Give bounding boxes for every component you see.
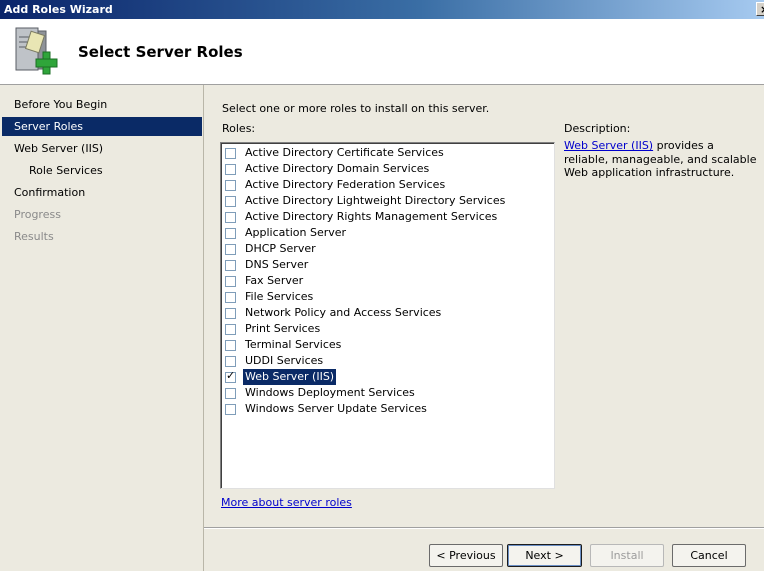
role-checkbox-checked[interactable]: ✓ — [225, 368, 236, 383]
role-checkbox[interactable] — [225, 147, 236, 159]
role-label: Windows Deployment Services — [245, 386, 415, 399]
role-checkbox[interactable] — [225, 323, 236, 335]
more-about-server-roles-link[interactable]: More about server roles — [221, 496, 352, 509]
role-item[interactable]: Windows Server Update Services — [225, 401, 429, 417]
step-role-services[interactable]: Role Services — [2, 161, 202, 180]
server-add-icon — [15, 27, 58, 75]
role-label: Network Policy and Access Services — [245, 306, 442, 319]
role-label: Web Server (IIS) — [241, 368, 338, 386]
role-label: Application Server — [245, 226, 347, 239]
role-item[interactable]: Network Policy and Access Services — [225, 305, 443, 321]
step-web-server-iis[interactable]: Web Server (IIS) — [2, 139, 202, 158]
role-label: Terminal Services — [245, 338, 342, 351]
role-checkbox[interactable] — [225, 195, 236, 207]
role-label: DNS Server — [245, 258, 309, 271]
step-results: Results — [14, 230, 54, 243]
role-item[interactable]: File Services — [225, 289, 315, 305]
role-item[interactable]: Active Directory Rights Management Servi… — [225, 209, 499, 225]
close-button[interactable]: × — [756, 2, 764, 16]
role-label: Active Directory Rights Management Servi… — [245, 210, 498, 223]
role-label: Active Directory Lightweight Directory S… — [245, 194, 506, 207]
role-item[interactable]: Windows Deployment Services — [225, 385, 417, 401]
install-button: Install — [590, 544, 664, 567]
role-label: Fax Server — [245, 274, 304, 287]
role-label: Active Directory Domain Services — [245, 162, 430, 175]
role-checkbox[interactable] — [225, 227, 236, 239]
role-item[interactable]: Active Directory Certificate Services — [225, 145, 446, 161]
role-item[interactable]: DNS Server — [225, 257, 310, 273]
role-checkbox[interactable] — [225, 355, 236, 367]
description-link[interactable]: Web Server (IIS) — [564, 139, 653, 152]
role-checkbox[interactable] — [225, 291, 236, 303]
role-item-web-server-iis[interactable]: ✓ Web Server (IIS) — [225, 368, 338, 386]
role-item[interactable]: Print Services — [225, 321, 322, 337]
wizard-header: Select Server Roles — [0, 19, 764, 85]
footer-divider — [204, 527, 764, 529]
role-checkbox[interactable] — [225, 275, 236, 287]
page-title: Select Server Roles — [78, 43, 243, 61]
role-checkbox[interactable] — [225, 387, 236, 399]
description-label: Description: — [564, 122, 631, 135]
step-server-roles[interactable]: Server Roles — [2, 117, 202, 136]
cancel-button[interactable]: Cancel — [672, 544, 746, 567]
roles-list[interactable]: Active Directory Certificate Services Ac… — [220, 142, 555, 489]
step-confirmation[interactable]: Confirmation — [2, 183, 202, 202]
role-label: Windows Server Update Services — [245, 402, 427, 415]
step-before-you-begin[interactable]: Before You Begin — [2, 95, 202, 114]
role-checkbox[interactable] — [225, 307, 236, 319]
instruction-text: Select one or more roles to install on t… — [222, 102, 490, 115]
role-checkbox[interactable] — [225, 403, 236, 415]
role-item[interactable]: Active Directory Domain Services — [225, 161, 431, 177]
role-checkbox[interactable] — [225, 243, 236, 255]
role-item[interactable]: DHCP Server — [225, 241, 318, 257]
roles-label: Roles: — [222, 122, 256, 135]
role-checkbox[interactable] — [225, 339, 236, 351]
wizard-steps-sidebar: Before You Begin Server Roles Web Server… — [0, 85, 204, 571]
next-button[interactable]: Next > — [507, 544, 582, 567]
role-item[interactable]: Terminal Services — [225, 337, 343, 353]
role-label: UDDI Services — [245, 354, 324, 367]
checkmark-icon: ✓ — [226, 368, 236, 382]
role-label: Active Directory Federation Services — [245, 178, 446, 191]
role-checkbox[interactable] — [225, 179, 236, 191]
previous-button[interactable]: < Previous — [429, 544, 503, 567]
role-item[interactable]: Fax Server — [225, 273, 305, 289]
role-item[interactable]: Active Directory Lightweight Directory S… — [225, 193, 507, 209]
role-label: Print Services — [245, 322, 321, 335]
role-label: DHCP Server — [245, 242, 316, 255]
role-checkbox[interactable] — [225, 259, 236, 271]
step-progress: Progress — [14, 208, 61, 221]
role-item[interactable]: Active Directory Federation Services — [225, 177, 447, 193]
role-item[interactable]: UDDI Services — [225, 353, 325, 369]
role-checkbox[interactable] — [225, 163, 236, 175]
role-item[interactable]: Application Server — [225, 225, 348, 241]
window-title: Add Roles Wizard — [4, 3, 113, 16]
role-label: File Services — [245, 290, 314, 303]
title-bar: Add Roles Wizard × — [0, 0, 764, 19]
description-text: Web Server (IIS) provides a reliable, ma… — [564, 139, 760, 180]
role-checkbox[interactable] — [225, 211, 236, 223]
role-label: Active Directory Certificate Services — [245, 146, 444, 159]
